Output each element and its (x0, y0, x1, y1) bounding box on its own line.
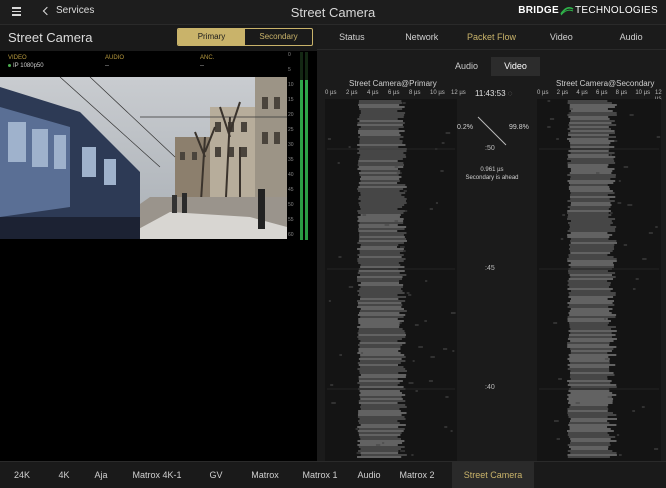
audio-info: AUDIO -- (105, 55, 124, 69)
meter-scale-label: 35 (288, 157, 294, 163)
street-scene-image (0, 77, 287, 239)
audio-value: -- (105, 63, 109, 69)
device-tab-bar: 24K 4K Aja Matrox 4K-1 GV Matrox Matrox 1 Audio… (0, 461, 666, 488)
status-dot-icon (8, 64, 11, 67)
level-meter: 0 5 10 15 20 25 30 35 40 45 50 55 60 (288, 52, 310, 240)
primary-button[interactable]: Primary (178, 29, 245, 45)
time-mark-45: :45 (485, 265, 495, 272)
subtab-audio[interactable]: Audio (442, 57, 491, 76)
stream-info: VIDEO IP 1080p50 AUDIO -- ANC. -- (0, 52, 290, 74)
meter-scale-label: 20 (288, 112, 294, 118)
tab-video[interactable]: Video (526, 25, 596, 49)
secondary-button[interactable]: Secondary (245, 29, 312, 45)
video-preview (0, 77, 287, 239)
device-tab-matrox-2[interactable]: Matrox 2 (392, 462, 442, 488)
source-title: Street Camera (8, 30, 93, 45)
logo-text-technologies: TECHNOLOGIES (574, 5, 658, 16)
offset-value: 0.961 µs (480, 167, 504, 173)
video-info: VIDEO IP 1080p50 (8, 55, 44, 69)
detail-panel: Status Network Packet Flow Video Audio Audio… (317, 25, 666, 461)
meter-scale-label: 5 (288, 67, 291, 73)
anc-label: ANC. (200, 55, 215, 61)
device-tab-audio[interactable]: Audio (346, 462, 392, 488)
detail-tabs: Status Network Packet Flow Video Audio (317, 25, 666, 50)
logo-swoosh-icon (560, 6, 574, 15)
video-value: IP 1080p50 (13, 63, 44, 69)
meter-scale-label: 45 (288, 187, 294, 193)
meter-scale-label: 15 (288, 97, 294, 103)
meter-bar-left (300, 80, 303, 240)
meter-scale: 0 5 10 15 20 25 30 35 40 45 50 55 60 (288, 52, 298, 240)
tab-audio[interactable]: Audio (596, 25, 666, 49)
device-tab-gv[interactable]: GV (196, 462, 236, 488)
device-tab-24k[interactable]: 24K (0, 462, 44, 488)
meter-bar-right (305, 80, 308, 240)
meter-scale-label: 50 (288, 202, 294, 208)
anc-value: -- (200, 63, 204, 69)
anc-info: ANC. -- (200, 55, 214, 69)
meter-scale-label: 25 (288, 127, 294, 133)
audio-label: AUDIO (105, 55, 125, 61)
subtab-video[interactable]: Video (491, 57, 540, 76)
device-tab-matrox[interactable]: Matrox (236, 462, 294, 488)
offset-info: 0.961 µs Secondary is ahead (457, 166, 527, 182)
source-toggle: Primary Secondary (177, 28, 313, 46)
time-mark-50: :50 (485, 145, 495, 152)
meter-scale-label: 40 (288, 172, 294, 178)
offset-text: Secondary is ahead (465, 175, 519, 181)
packet-flow-subtabs: Audio Video (442, 57, 540, 76)
meter-scale-label: 10 (288, 82, 294, 88)
device-tab-matrox-1[interactable]: Matrox 1 (294, 462, 346, 488)
meter-scale-label: 55 (288, 217, 294, 223)
tab-packet-flow[interactable]: Packet Flow (457, 25, 527, 49)
meter-scale-label: 30 (288, 142, 294, 148)
logo-text-bridge: BRIDGE (518, 5, 559, 16)
source-panel: Street Camera Primary Secondary VIDEO IP… (0, 25, 317, 461)
top-bar: Services Street Camera BRIDGE TECHNOLOGI… (0, 0, 666, 25)
meter-scale-label: 0 (288, 52, 291, 58)
device-tab-matrox-4k-1[interactable]: Matrox 4K-1 (118, 462, 196, 488)
video-label: VIDEO (8, 55, 27, 61)
time-mark-40: :40 (485, 384, 495, 391)
brand-logo: BRIDGE TECHNOLOGIES (518, 5, 658, 16)
device-tab-street-camera[interactable]: Street Camera (452, 462, 534, 488)
primary-percent: 0.2% (457, 124, 473, 131)
tab-status[interactable]: Status (317, 25, 387, 49)
device-tab-aja[interactable]: Aja (84, 462, 118, 488)
packet-flow-view: Street Camera@Primary Street Camera@Seco… (317, 79, 666, 461)
source-header: Street Camera Primary Secondary (0, 25, 317, 51)
tab-network[interactable]: Network (387, 25, 457, 49)
meter-scale-label: 60 (288, 232, 294, 238)
device-tab-4k[interactable]: 4K (44, 462, 84, 488)
